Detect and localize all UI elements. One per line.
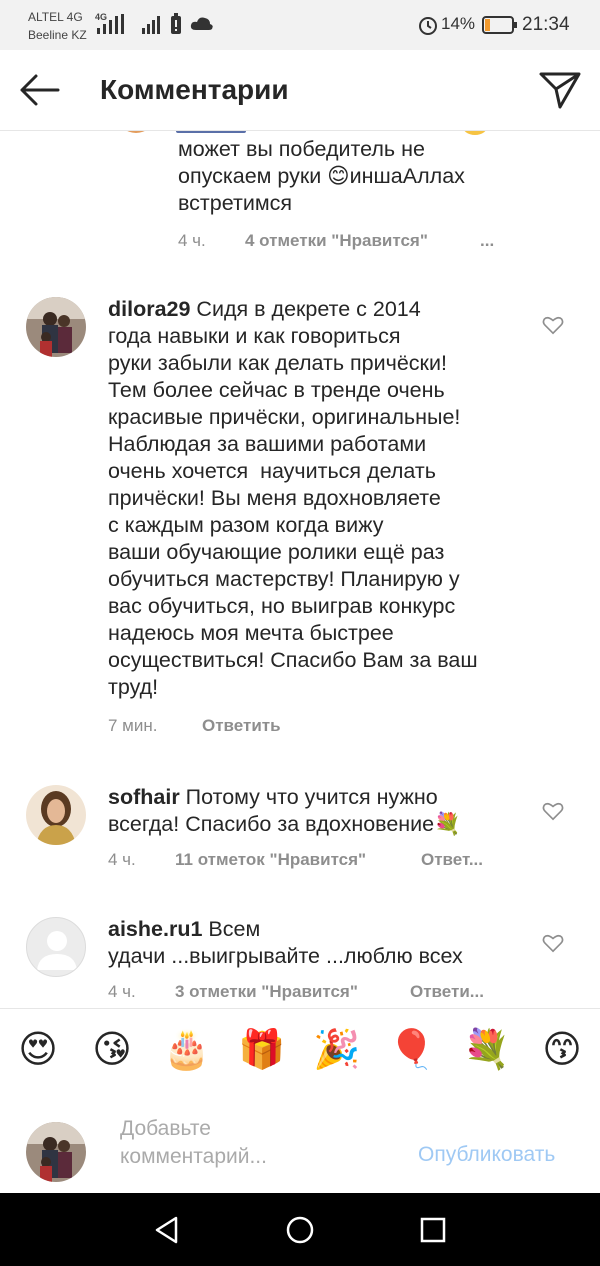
heart-outline-icon[interactable] [542,315,564,335]
publish-button[interactable]: Опубликовать [418,1143,555,1167]
comment-time: 7 мин. [108,716,158,735]
comment-item: может вы победитель не опускаем руки 😊ин… [0,131,600,261]
comment-text-line: всегда! Спасибо за вдохновение💐 [108,812,461,836]
comment-username[interactable]: dilora29 [108,297,190,321]
comment-first-line: aishe.ru1 Всем [108,917,261,941]
avatar[interactable] [26,785,86,845]
comment-composer: Опубликовать [0,1089,600,1193]
carrier-secondary: Beeline KZ [28,28,87,42]
comment-time: 4 ч. [108,982,136,1001]
likes-count[interactable]: 3 отметки "Нравится" [175,982,358,1002]
more-options[interactable]: ... [480,231,494,251]
alarm-icon [419,17,437,35]
nav-recents-icon[interactable] [418,1215,448,1245]
emoji-party-popper[interactable]: 🎉 [313,1025,361,1073]
comment-item: sofhair Потому что учится нужно всегда! … [0,779,600,874]
comment-time: 4 ч. [108,850,136,869]
comment-text-line: причёски! Вы меня вдохновляете [108,486,441,510]
carrier-primary: ALTEL 4G [28,10,83,24]
comment-item: dilora29 Сидя в декрете с 2014 года навы… [0,291,600,746]
comment-text-line: ваши обучающие ролики ещё раз [108,540,445,564]
comment-first-line: dilora29 Сидя в декрете с 2014 [108,297,421,321]
heart-outline-icon[interactable] [542,933,564,953]
comment-text-line: руки забыли как делать причёски! [108,351,447,375]
comments-list[interactable]: может вы победитель не опускаем руки 😊ин… [0,131,600,1008]
nav-back-icon[interactable] [152,1215,182,1245]
emoji-gift[interactable]: 🎁 [238,1025,286,1073]
comment-text-line: опускаем руки 😊иншаАллах [178,164,465,188]
emoji-kiss[interactable]: 😘 [88,1025,136,1073]
comment-text-line: осуществиться! Спасибо Вам за ваш [108,648,478,672]
comment-text-line: очень хочется научиться делать [108,459,436,483]
heart-outline-icon[interactable] [542,801,564,821]
system-nav-bar [0,1193,600,1266]
comment-text-line: надеюсь моя мечта быстрее [108,621,394,645]
comment-item: aishe.ru1 Всем удачи ...выигрывайте ...л… [0,911,600,1006]
avatar[interactable] [26,297,86,357]
comment-text-line: с каждым разом когда вижу [108,513,384,537]
emoji-quick-bar: 😍 😘 🎂 🎁 🎉 🎈 💐 😙 [0,1008,600,1090]
paper-plane-icon[interactable] [538,70,582,110]
comment-text-line: удачи ...выигрывайте ...люблю всех [108,944,463,968]
username-fragment [176,131,246,133]
battery-icon [482,16,517,34]
emoji-heart-eyes[interactable]: 😍 [14,1025,62,1073]
avatar[interactable] [26,917,86,977]
likes-count[interactable]: 4 отметки "Нравится" [245,231,428,251]
clock: 21:34 [522,14,570,35]
header-bar: Комментарии [0,50,600,131]
comment-time: 4 ч. [178,231,206,250]
battery-percent: 14% [441,14,476,33]
comment-first-line: sofhair Потому что учится нужно [108,785,438,809]
own-avatar[interactable] [26,1122,86,1182]
emoji-balloon[interactable]: 🎈 [388,1025,436,1073]
comment-text-line: Тем более сейчас в тренде очень [108,378,445,402]
comment-text-line: встретимся [178,191,293,215]
signal-strength-2-icon [142,16,160,34]
comment-text-line: обучиться мастерству! Планирую у [108,567,460,591]
battery-saver-icon [171,13,181,34]
emoji-fragment [462,131,488,135]
emoji-bouquet[interactable]: 💐 [463,1025,511,1073]
reply-button[interactable]: Ответи... [410,982,484,1002]
signal-strength-icon [97,14,124,34]
default-avatar-icon [37,931,77,970]
reply-button[interactable]: Ответ... [421,850,483,870]
likes-count[interactable]: 11 отметок "Нравится" [175,850,366,870]
avatar[interactable] [118,131,154,133]
nav-home-icon[interactable] [285,1215,315,1245]
reply-button[interactable]: Ответить [202,716,281,736]
cloud-icon [190,17,213,30]
comment-text-line: года навыки и как говориться [108,324,401,348]
back-arrow-icon[interactable] [18,72,62,108]
emoji-kissing[interactable]: 😙 [538,1025,586,1073]
comment-input[interactable] [120,1115,400,1171]
comment-text-line: может вы победитель не [178,137,425,161]
page-title: Комментарии [100,74,289,105]
comment-text-line: вас обучиться, но выиграв конкурс [108,594,456,618]
comment-username[interactable]: sofhair [108,785,180,809]
comment-text-line: красивые причёски, оригинальные! [108,405,461,429]
comment-text-line: труд! [108,675,159,699]
comment-username[interactable]: aishe.ru1 [108,917,202,941]
status-bar: ALTEL 4G Beeline KZ 4G 14% 21:34 [0,0,600,50]
comment-text-line: Наблюдая за вашими работами [108,432,427,456]
emoji-cake[interactable]: 🎂 [163,1025,211,1073]
